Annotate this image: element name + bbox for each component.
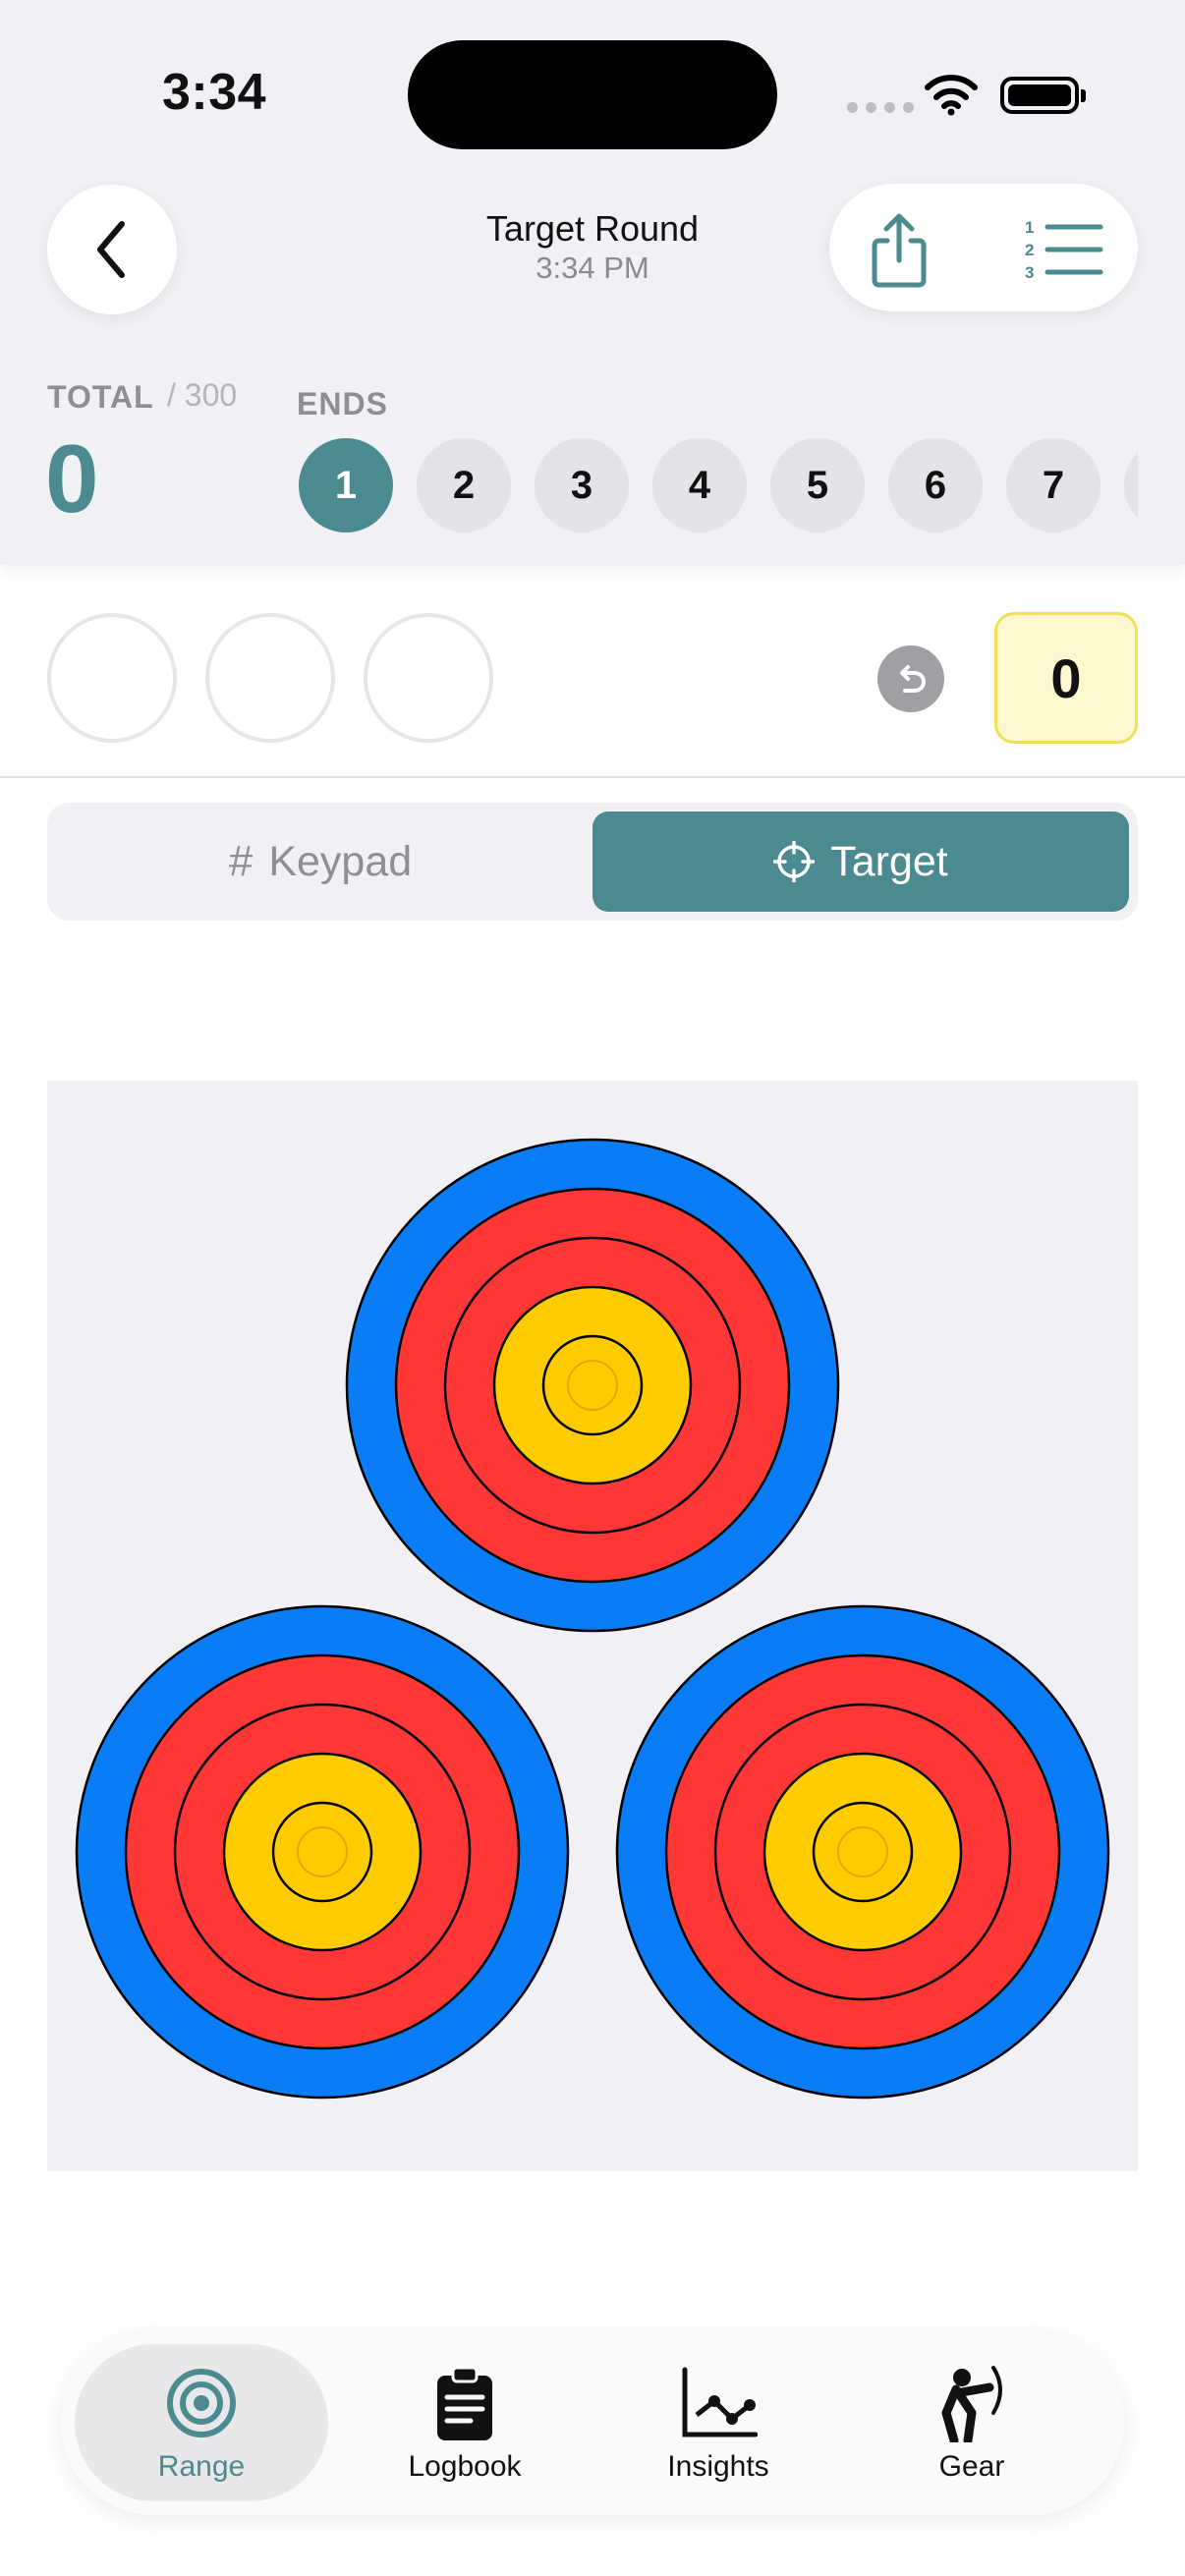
svg-text:3: 3 xyxy=(1025,263,1034,281)
wifi-icon xyxy=(925,75,978,116)
target-face-svg[interactable] xyxy=(47,1081,1138,2171)
end-chip-8[interactable]: 8 xyxy=(1124,438,1138,532)
undo-icon xyxy=(900,665,926,693)
end-chip-6[interactable]: 6 xyxy=(888,438,983,532)
line-chart-icon xyxy=(682,2367,758,2437)
clipboard-icon xyxy=(437,2366,492,2440)
end-chip-5[interactable]: 5 xyxy=(770,438,865,532)
back-button[interactable] xyxy=(47,185,177,314)
arrow-slot-3[interactable] xyxy=(364,613,493,743)
ends-label: ENDS xyxy=(297,386,388,421)
end-chip-2[interactable]: 2 xyxy=(417,438,511,532)
target-spot-top[interactable] xyxy=(345,1138,840,1633)
status-time: 3:34 xyxy=(162,64,267,121)
svg-text:2: 2 xyxy=(1025,241,1034,259)
arrow-slot-2[interactable] xyxy=(205,613,335,743)
end-chip-4[interactable]: 4 xyxy=(652,438,747,532)
page-title: Target Round xyxy=(485,208,700,249)
target-spot-left[interactable] xyxy=(75,1604,570,2100)
tab-gear[interactable]: Gear xyxy=(845,2344,1099,2501)
arrow-slot-1[interactable] xyxy=(47,613,177,743)
ring-x-6[interactable] xyxy=(837,1826,888,1877)
tab-insights-label: Insights xyxy=(667,2450,769,2483)
ends-selector: 1 2 3 4 5 6 7 8 xyxy=(299,438,1138,532)
dynamic-island xyxy=(408,40,777,149)
tab-target-label: Target xyxy=(830,837,948,885)
hash-icon: # xyxy=(228,837,254,885)
tab-logbook[interactable]: Logbook xyxy=(338,2344,592,2501)
input-mode-toggle: # Keypad Target xyxy=(47,803,1138,921)
tab-insights[interactable]: Insights xyxy=(592,2344,845,2501)
undo-button[interactable] xyxy=(877,645,944,712)
crosshair-icon xyxy=(773,841,816,882)
page-subtitle: 3:34 PM xyxy=(536,251,649,285)
numbered-list-icon[interactable]: 1 2 3 xyxy=(1022,216,1104,281)
ring-x-6[interactable] xyxy=(297,1826,348,1877)
target-spot-right[interactable] xyxy=(615,1604,1110,2100)
tab-range[interactable]: Range xyxy=(75,2344,328,2501)
tab-range-label: Range xyxy=(157,2450,246,2483)
tab-target[interactable]: Target xyxy=(592,812,1129,912)
divider xyxy=(0,776,1185,778)
target-icon xyxy=(167,2369,236,2437)
tab-keypad[interactable]: # Keypad xyxy=(55,812,586,912)
total-score: 0 xyxy=(45,424,99,532)
tab-bar: Range Logbook Insights Gear xyxy=(61,2330,1124,2515)
end-chip-1[interactable]: 1 xyxy=(299,438,393,532)
total-label: TOTAL xyxy=(47,379,154,415)
ring-x-6[interactable] xyxy=(567,1360,618,1411)
cellular-signal-icon xyxy=(847,102,914,113)
tab-logbook-label: Logbook xyxy=(408,2450,522,2483)
svg-text:1: 1 xyxy=(1025,218,1034,237)
share-icon[interactable] xyxy=(860,211,938,290)
end-chip-7[interactable]: 7 xyxy=(1006,438,1100,532)
end-chip-3[interactable]: 3 xyxy=(535,438,629,532)
total-max: / 300 xyxy=(167,377,238,413)
tab-gear-label: Gear xyxy=(938,2450,1005,2483)
target-face[interactable] xyxy=(47,1081,1138,2171)
battery-icon xyxy=(1000,77,1086,114)
archer-icon xyxy=(941,2366,1002,2442)
chevron-left-icon xyxy=(97,221,125,278)
end-score-badge: 0 xyxy=(994,612,1138,744)
tab-keypad-label: Keypad xyxy=(268,837,413,885)
